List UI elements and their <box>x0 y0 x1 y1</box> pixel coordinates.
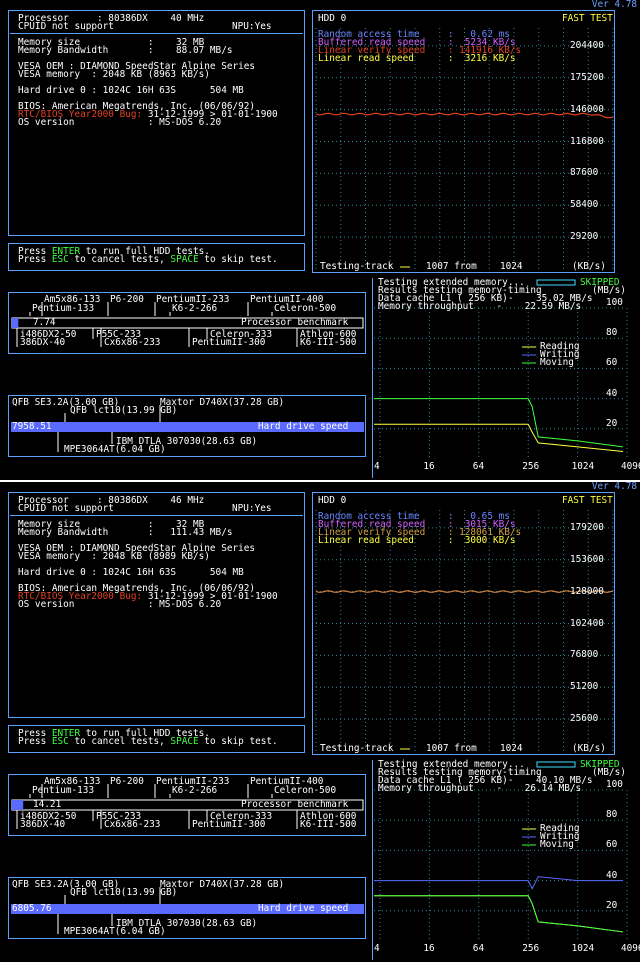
memory-unit-label: (MB/s) <box>592 767 626 778</box>
memory-y-tick: 100 <box>606 779 623 790</box>
memory-y-tick: 60 <box>606 357 618 369</box>
memory-chart <box>374 789 628 941</box>
memory-y-tick: 80 <box>606 327 618 339</box>
memory-series-moving <box>374 398 624 448</box>
memory-chart <box>374 307 628 459</box>
memory-throughput-line: Memory throughput - 26.14 MB/s <box>378 783 582 794</box>
memory-x-tick: 64 <box>472 461 485 472</box>
memory-x-tick: 16 <box>423 943 435 954</box>
memory-x-tick: 4 <box>374 943 380 954</box>
memory-x-tick: 64 <box>472 943 485 954</box>
memory-x-tick: 1024 <box>571 461 595 472</box>
screen-separator <box>0 480 640 482</box>
memory-x-tick: 1024 <box>571 943 595 954</box>
memory-y-tick: 100 <box>606 297 623 308</box>
memory-x-tick: 16 <box>423 461 435 472</box>
memory-series-writing <box>374 876 623 890</box>
memory-y-tick: 40 <box>606 387 618 399</box>
memory-y-tick: 20 <box>606 899 618 911</box>
memory-y-tick: 60 <box>606 839 618 851</box>
memory-unit-label: (MB/s) <box>592 285 626 296</box>
memory-x-tick: 4096 <box>621 943 640 954</box>
memory-x-tick: 4 <box>374 461 380 472</box>
memory-x-tick: 256 <box>522 943 540 954</box>
legend-moving: Moving <box>540 839 574 850</box>
memory-x-tick: 4096 <box>621 461 640 472</box>
legend-moving: Moving <box>540 357 574 368</box>
benchmark-screen: Ver 4.78 Processor : 80386DX 40 MHz CPUI… <box>0 0 640 480</box>
memory-series-moving <box>374 895 624 933</box>
memory-y-tick: 20 <box>606 417 618 429</box>
memory-throughput-line: Memory throughput - 22.59 MB/s <box>378 301 582 312</box>
benchmark-screen: Ver 4.78 Processor : 80386DX 46 MHz CPUI… <box>0 482 640 962</box>
memory-y-tick: 80 <box>606 809 618 821</box>
memory-x-tick: 256 <box>522 461 540 472</box>
memory-y-tick: 40 <box>606 869 618 881</box>
